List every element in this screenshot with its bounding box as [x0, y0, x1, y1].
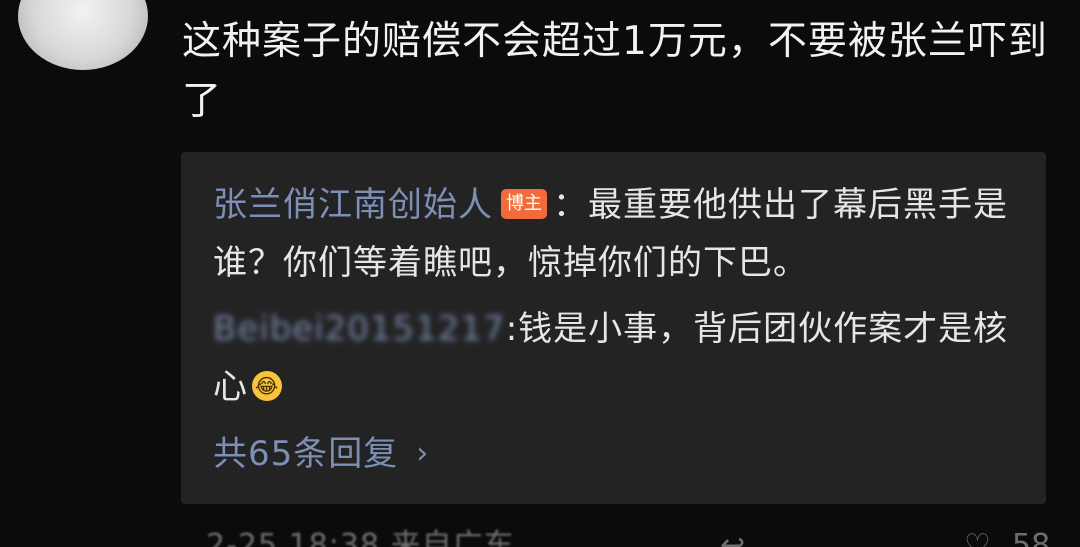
chevron-right-icon: › — [416, 436, 430, 471]
like-icon[interactable]: ♡ — [964, 526, 991, 547]
comment-screen: 这种案子的赔偿不会超过1万元，不要被张兰吓到了 张兰俏江南创始人 博主 ：最重要他供… — [0, 0, 1080, 547]
reply-separator: ： — [553, 185, 588, 225]
blogger-badge: 博主 — [501, 188, 547, 219]
more-replies-label: 共65条回复 — [213, 434, 399, 474]
laughing-tears-icon: 😂 — [252, 370, 282, 401]
comment-text: 这种案子的赔偿不会超过1万元，不要被张兰吓到了 — [182, 19, 1048, 124]
like-count: 58 — [1012, 528, 1051, 547]
comment-meta: 2-25 18:38 来自广东 — [206, 528, 515, 547]
reply-item[interactable]: 张兰俏江南创始人 博主 ：最重要他供出了幕后黑手是谁？你们等着瞧吧，惊掉你们的下巴。 — [213, 176, 1013, 292]
reply-box[interactable]: 张兰俏江南创始人 博主 ：最重要他供出了幕后黑手是谁？你们等着瞧吧，惊掉你们的下巴。… — [181, 152, 1046, 504]
reply-author[interactable]: Beibei20151217 — [213, 309, 506, 349]
reply-author[interactable]: 张兰俏江南创始人 — [213, 185, 493, 225]
reply-separator: : — [505, 309, 519, 349]
reply-item[interactable]: Beibei20151217:钱是小事，背后团伙作案才是核心 😂 — [213, 300, 1013, 416]
more-replies-link[interactable]: 共65条回复 › — [213, 424, 429, 484]
avatar[interactable] — [18, 0, 148, 70]
reply-icon[interactable]: ↩ — [720, 526, 745, 547]
